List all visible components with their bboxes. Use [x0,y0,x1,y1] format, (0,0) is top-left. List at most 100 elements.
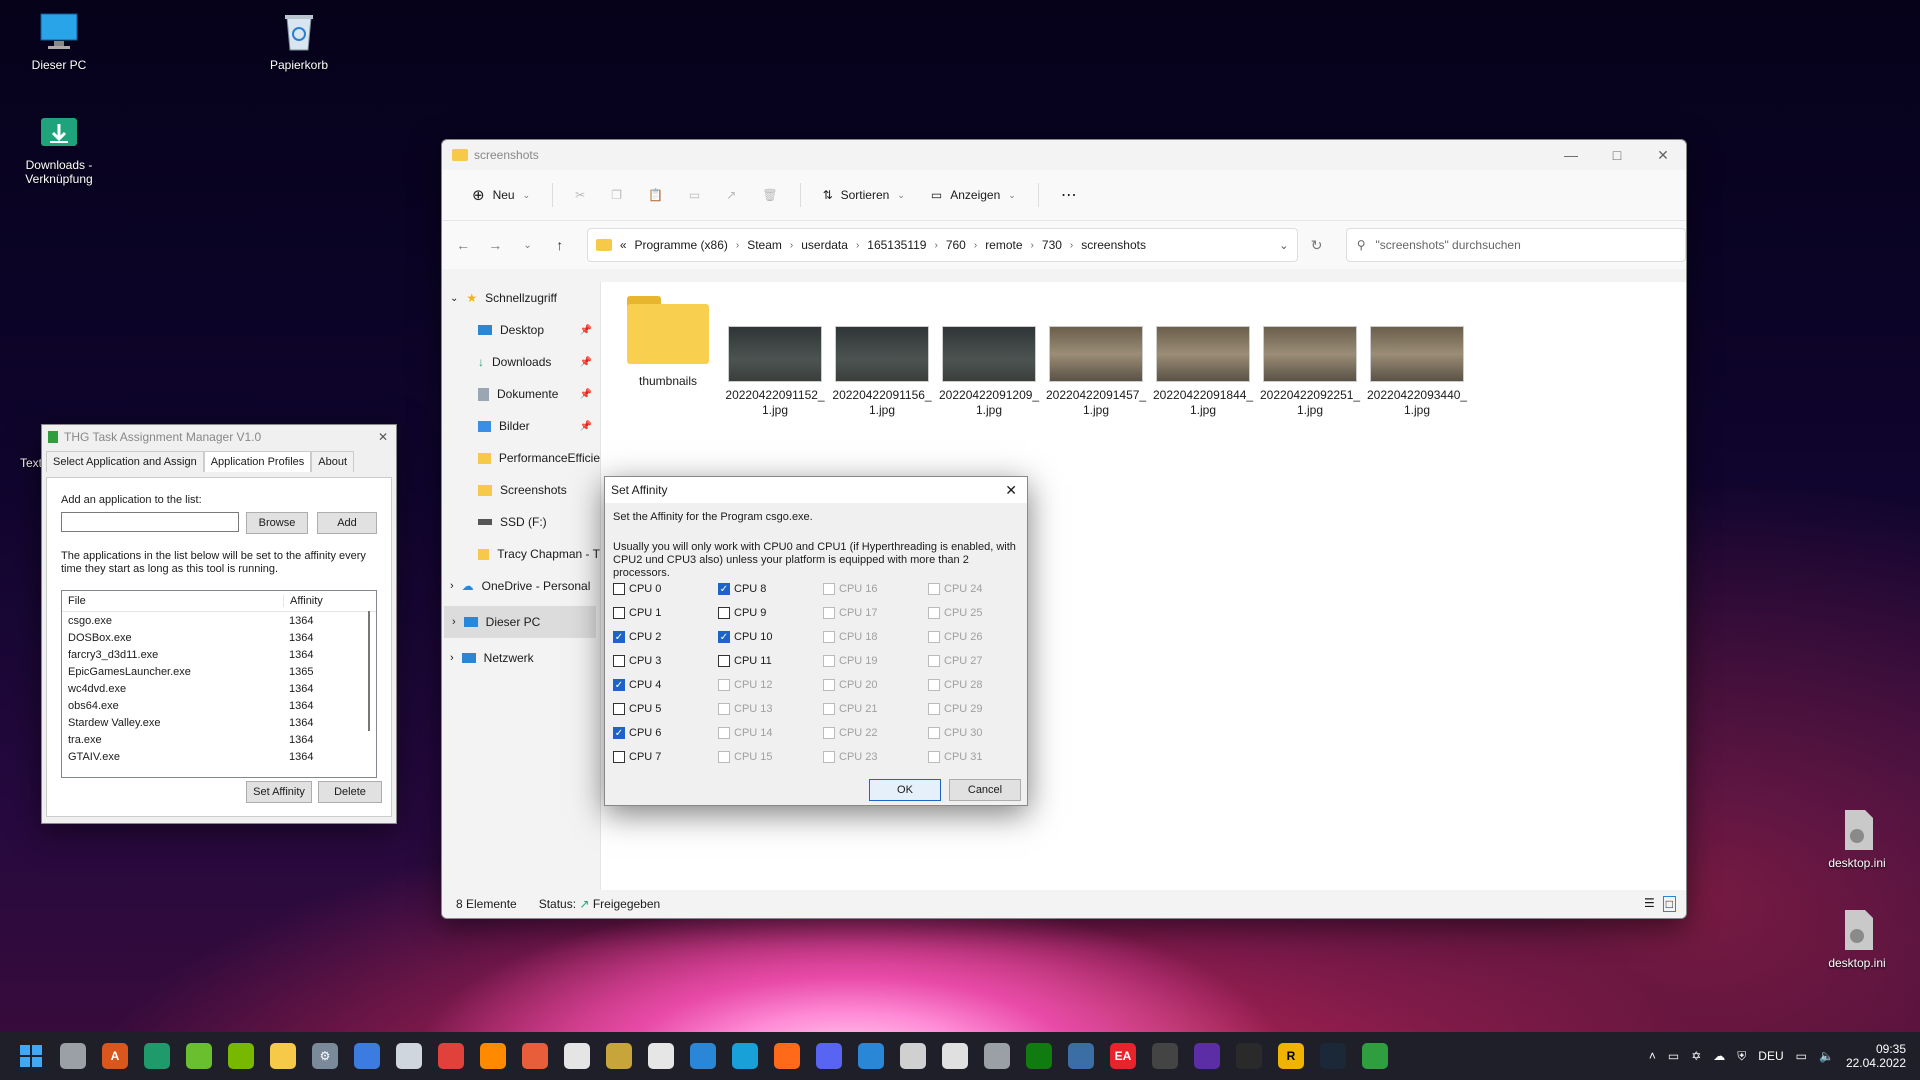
steam-icon[interactable] [1320,1043,1346,1069]
breadcrumb-item[interactable]: 730 [1042,238,1062,252]
delete-button[interactable]: 🗑 [752,182,787,208]
breadcrumb-item[interactable]: remote [985,238,1022,252]
edge-browser-icon[interactable] [732,1043,758,1069]
rename-button[interactable]: ▭ [679,182,710,208]
file-item-screenshot[interactable]: 20220422093440_ 1.jpg [1367,326,1467,418]
chevron-right-icon[interactable]: › [974,240,977,251]
cpu-checkbox[interactable]: ✓ CPU 4 [613,679,661,691]
file-item-screenshot[interactable]: 20220422091457_ 1.jpg [1046,326,1146,418]
copy-button[interactable]: ❐ [601,182,632,208]
tab-about[interactable]: About [311,451,355,472]
set-affinity-button[interactable]: Set Affinity [246,781,312,803]
epic-games-icon[interactable] [1236,1043,1262,1069]
table-row[interactable]: obs64.exe 1364 [62,697,376,714]
settings-gear-icon[interactable]: ⚙ [312,1043,338,1069]
start-windows-icon[interactable] [18,1043,44,1069]
desktop-icon-this-pc[interactable]: Dieser PC [14,10,104,72]
large-icons-view-icon[interactable]: □ [1662,896,1676,912]
close-icon[interactable]: ✕ [1005,482,1017,499]
nav-item-network[interactable]: › Netzwerk [442,642,600,674]
cpu-checkbox[interactable]: CPU 3 [613,655,661,667]
tray-icon-monitor[interactable]: ▭ [1668,1049,1679,1063]
xbox-icon[interactable] [1026,1043,1052,1069]
table-row[interactable]: csgo.exe 1364 [62,612,376,629]
app-icon-a[interactable]: A [102,1043,128,1069]
maximize-button[interactable]: □ [1594,140,1640,170]
application-list[interactable]: File Affinity csgo.exe 1364 DOSBox.exe 1364… [61,590,377,778]
search-app-icon[interactable] [858,1043,884,1069]
cancel-button[interactable]: Cancel [949,779,1021,801]
folder-item-thumbnails[interactable]: thumbnails [618,296,718,389]
cpu-checkbox[interactable]: CPU 7 [613,751,661,763]
nav-item-ssd-drive[interactable]: SSD (F:) [442,506,600,538]
up-arrow-icon[interactable]: ↑ [547,231,573,259]
app-icon-window[interactable] [1068,1043,1094,1069]
nav-item-documents[interactable]: Dokumente 📌 [442,378,600,410]
chevron-right-icon[interactable]: › [856,240,859,251]
cpu-checkbox[interactable]: ✓ CPU 6 [613,727,661,739]
thg-app-icon[interactable] [1362,1043,1388,1069]
address-bar[interactable]: « Programme (x86) › Steam › userdata › 1651… [586,228,1298,262]
clock[interactable]: 09:35 22.04.2022 [1846,1042,1906,1070]
browse-button[interactable]: Browse [246,512,308,534]
app-icon-target[interactable] [1152,1043,1178,1069]
cpu-checkbox[interactable]: ✓ CPU 10 [718,631,773,643]
nav-item-pictures[interactable]: Bilder 📌 [442,410,600,442]
view-button[interactable]: ▭ Anzeigen ⌄ [921,182,1026,208]
cpu-checkbox[interactable]: CPU 5 [613,703,661,715]
desktop-icon-desktop-ini[interactable]: desktop.ini [1812,908,1902,970]
file-item-screenshot[interactable]: 20220422091152_ 1.jpg [725,326,825,418]
file-item-screenshot[interactable]: 20220422091156_ 1.jpg [832,326,932,418]
more-options-button[interactable]: ⋯ [1051,179,1087,211]
cpu-checkbox[interactable]: CPU 0 [613,583,661,595]
app-icon-red[interactable] [438,1043,464,1069]
ok-button[interactable]: OK [869,779,941,801]
nav-item-downloads[interactable]: ↓ Downloads 📌 [442,346,600,378]
cpu-checkbox[interactable]: CPU 9 [718,607,766,619]
desktop-icon-downloads-shortcut[interactable]: Downloads - Verknüpfung [14,110,104,186]
app-icon-mask[interactable] [564,1043,590,1069]
address-dropdown-icon[interactable]: ⌄ [1279,239,1288,252]
nav-item-desktop[interactable]: Desktop 📌 [442,314,600,346]
tab-application-profiles[interactable]: Application Profiles [203,451,312,472]
task-view-icon[interactable] [60,1043,86,1069]
tab-select-application[interactable]: Select Application and Assign [46,451,204,472]
ea-icon[interactable]: EA [1110,1043,1136,1069]
chevron-right-icon[interactable]: › [1031,240,1034,251]
app-icon-circle[interactable] [396,1043,422,1069]
app-icon-ring[interactable] [1194,1043,1220,1069]
file-explorer-icon[interactable] [270,1043,296,1069]
app-icon-star[interactable] [606,1043,632,1069]
nav-item-this-pc[interactable]: › Dieser PC [444,606,596,638]
file-item-screenshot[interactable]: 20220422092251_ 1.jpg [1260,326,1360,418]
app-icon-blue[interactable] [690,1043,716,1069]
network-icon[interactable]: ▭ [1796,1049,1807,1063]
nvidia-control-icon[interactable] [228,1043,254,1069]
column-header-affinity[interactable]: Affinity [284,595,350,607]
tray-icon-fan[interactable]: ✡ [1691,1049,1701,1063]
cpu-checkbox[interactable]: CPU 11 [718,655,772,667]
firefox-icon[interactable] [774,1043,800,1069]
paste-button[interactable]: 📋 [638,182,673,208]
discord-icon[interactable] [816,1043,842,1069]
details-view-icon[interactable]: ☰ [1644,896,1655,912]
volume-icon[interactable]: 🔈 [1819,1049,1834,1063]
scrollbar[interactable] [368,611,370,731]
breadcrumb-item[interactable]: userdata [801,238,848,252]
table-row[interactable]: wc4dvd.exe 1364 [62,680,376,697]
app-icon-swirl[interactable] [522,1043,548,1069]
delete-button[interactable]: Delete [318,781,382,803]
file-item-screenshot[interactable]: 20220422091844_ 1.jpg [1153,326,1253,418]
breadcrumb-item[interactable]: Steam [747,238,782,252]
breadcrumb-overflow[interactable]: « [620,238,627,252]
minimize-button[interactable]: — [1548,140,1594,170]
share-button[interactable]: ↗ [716,182,746,208]
new-button[interactable]: ⊕ Neu ⌄ [462,180,540,210]
chevron-up-icon[interactable]: ˄ [1649,1049,1656,1063]
breadcrumb-item[interactable]: 760 [946,238,966,252]
breadcrumb-item[interactable]: screenshots [1081,238,1146,252]
table-row[interactable]: Stardew Valley.exe 1364 [62,714,376,731]
chevron-right-icon[interactable]: › [934,240,937,251]
back-arrow-icon[interactable]: ← [450,231,476,259]
column-header-file[interactable]: File [62,595,284,607]
